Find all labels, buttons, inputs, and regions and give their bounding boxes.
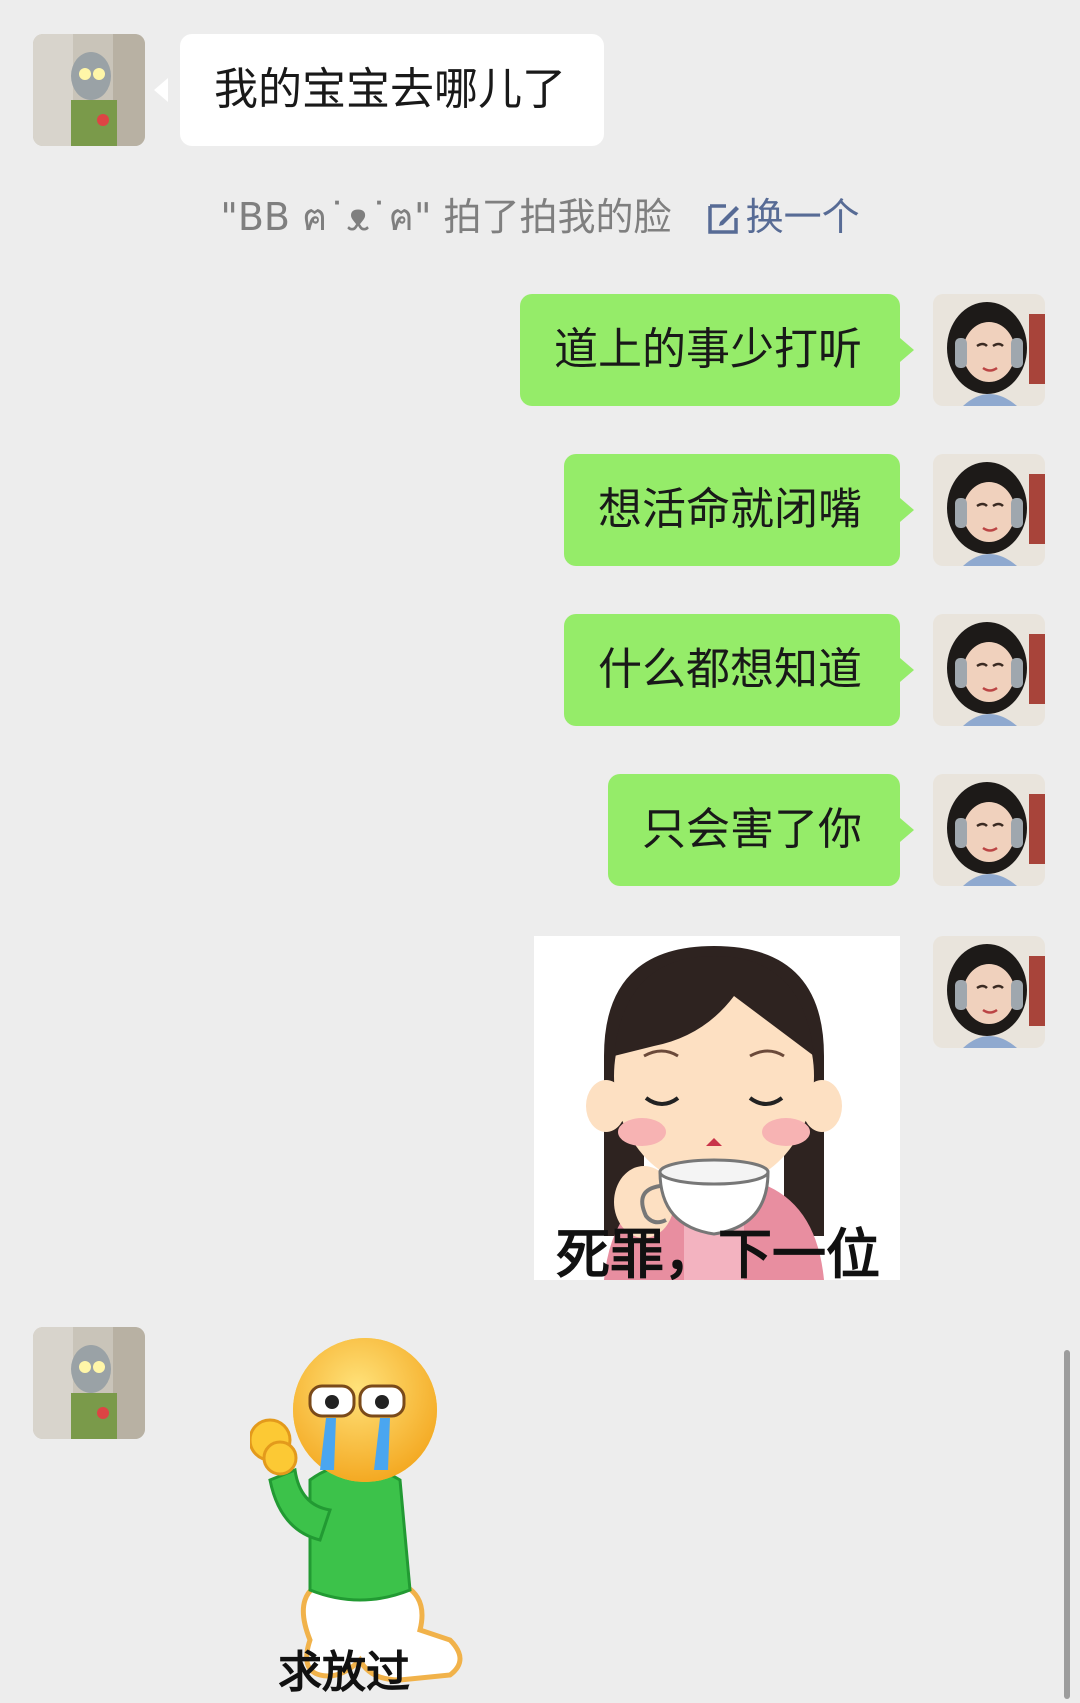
incoming-message-bubble[interactable]: 我的宝宝去哪儿了	[180, 34, 604, 146]
contact-avatar[interactable]	[33, 34, 145, 146]
my-avatar[interactable]	[933, 774, 1045, 886]
outgoing-sticker[interactable]: 死罪，下一位	[534, 936, 900, 1280]
change-pat-button[interactable]: 换一个	[706, 195, 860, 239]
my-avatar[interactable]	[933, 936, 1045, 1048]
incoming-sticker[interactable]: 求放过	[248, 1330, 480, 1699]
scrollbar[interactable]	[1064, 1350, 1070, 1699]
bubble-tail	[900, 338, 914, 362]
outgoing-message-bubble[interactable]: 只会害了你	[608, 774, 900, 886]
bubble-tail	[900, 658, 914, 682]
bubble-tail	[900, 818, 914, 842]
outgoing-message-bubble[interactable]: 道上的事少打听	[520, 294, 900, 406]
sticker-caption: 求放过	[278, 1647, 410, 1698]
bubble-tail	[154, 78, 168, 102]
edit-icon	[706, 200, 742, 245]
my-avatar[interactable]	[933, 454, 1045, 566]
bubble-tail	[900, 498, 914, 522]
change-pat-label: 换一个	[745, 195, 860, 239]
pat-notice: "BB ฅ˙ᴥ˙ฅ" 拍了拍我的脸 换一个	[0, 186, 1080, 247]
outgoing-message-bubble[interactable]: 想活命就闭嘴	[564, 454, 900, 566]
chat-area[interactable]: 我的宝宝去哪儿了 "BB ฅ˙ᴥ˙ฅ" 拍了拍我的脸 换一个 道上的事少打听 想…	[0, 0, 1080, 1699]
outgoing-message-bubble[interactable]: 什么都想知道	[564, 614, 900, 726]
my-avatar[interactable]	[933, 614, 1045, 726]
sticker-caption: 死罪，下一位	[556, 1223, 880, 1280]
pat-notice-text: "BB ฅ˙ᴥ˙ฅ" 拍了拍我的脸	[220, 195, 672, 239]
my-avatar[interactable]	[933, 294, 1045, 406]
contact-avatar[interactable]	[33, 1327, 145, 1439]
